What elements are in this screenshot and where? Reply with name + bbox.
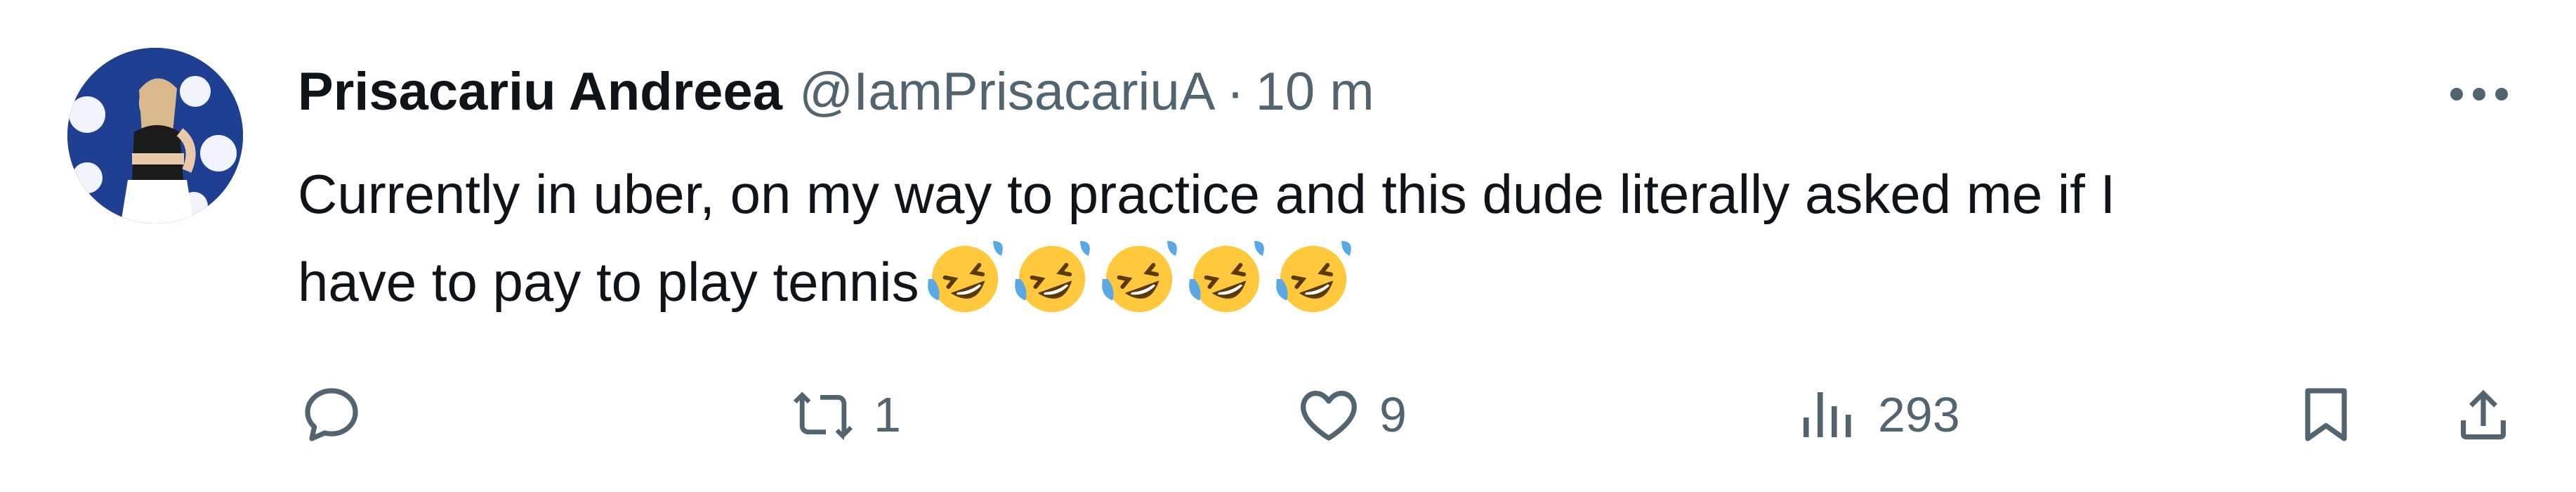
heart-icon (1301, 391, 1357, 441)
rolling-on-floor-laughing-icon (1011, 238, 1093, 321)
bookmark-icon (2305, 388, 2347, 441)
tweet-header: Prisacariu Andreea @IamPrisacariuA · 10 … (298, 60, 1374, 124)
share-button[interactable] (2450, 373, 2517, 457)
author-display-name[interactable]: Prisacariu Andreea (298, 60, 782, 124)
views-icon (1803, 392, 1851, 437)
author-handle[interactable]: @IamPrisacariuA (799, 60, 1215, 124)
rolling-on-floor-laughing-icon (924, 238, 1006, 321)
retweet-button[interactable]: 1 (789, 373, 901, 457)
retweet-icon (794, 391, 853, 441)
avatar[interactable] (67, 48, 243, 224)
share-icon (2461, 389, 2506, 440)
tweet-text-line-1: Currently in uber, on my way to practice… (298, 163, 2116, 225)
more-icon (2450, 88, 2508, 101)
like-count: 9 (1379, 387, 1407, 442)
retweet-count: 1 (874, 387, 901, 442)
rolling-on-floor-laughing-icon (1098, 238, 1181, 321)
more-options-button[interactable] (2444, 73, 2514, 115)
tweet[interactable]: Prisacariu Andreea @IamPrisacariuA · 10 … (0, 0, 2576, 492)
views-count: 293 (1878, 387, 1960, 442)
avatar-photo (67, 48, 243, 224)
reply-icon (305, 388, 358, 441)
rolling-on-floor-laughing-icon (1185, 238, 1268, 321)
bookmark-button[interactable] (2292, 373, 2360, 457)
tweet-text-line-2: have to pay to play tennis (298, 251, 919, 313)
rolling-on-floor-laughing-icon (1272, 238, 1355, 321)
tweet-timestamp[interactable]: 10 m (1256, 60, 1374, 124)
tweet-text-line-2-wrapper: have to pay to play tennis (298, 238, 2531, 325)
tweet-actions: 1 9 293 (298, 373, 2524, 457)
tweet-text: Currently in uber, on my way to practice… (298, 150, 2531, 325)
like-button[interactable]: 9 (1295, 373, 1407, 457)
header-separator: · (1226, 62, 1244, 122)
emoji-group (924, 238, 1359, 321)
views-button[interactable]: 293 (1794, 373, 1960, 457)
reply-button[interactable] (298, 373, 382, 457)
